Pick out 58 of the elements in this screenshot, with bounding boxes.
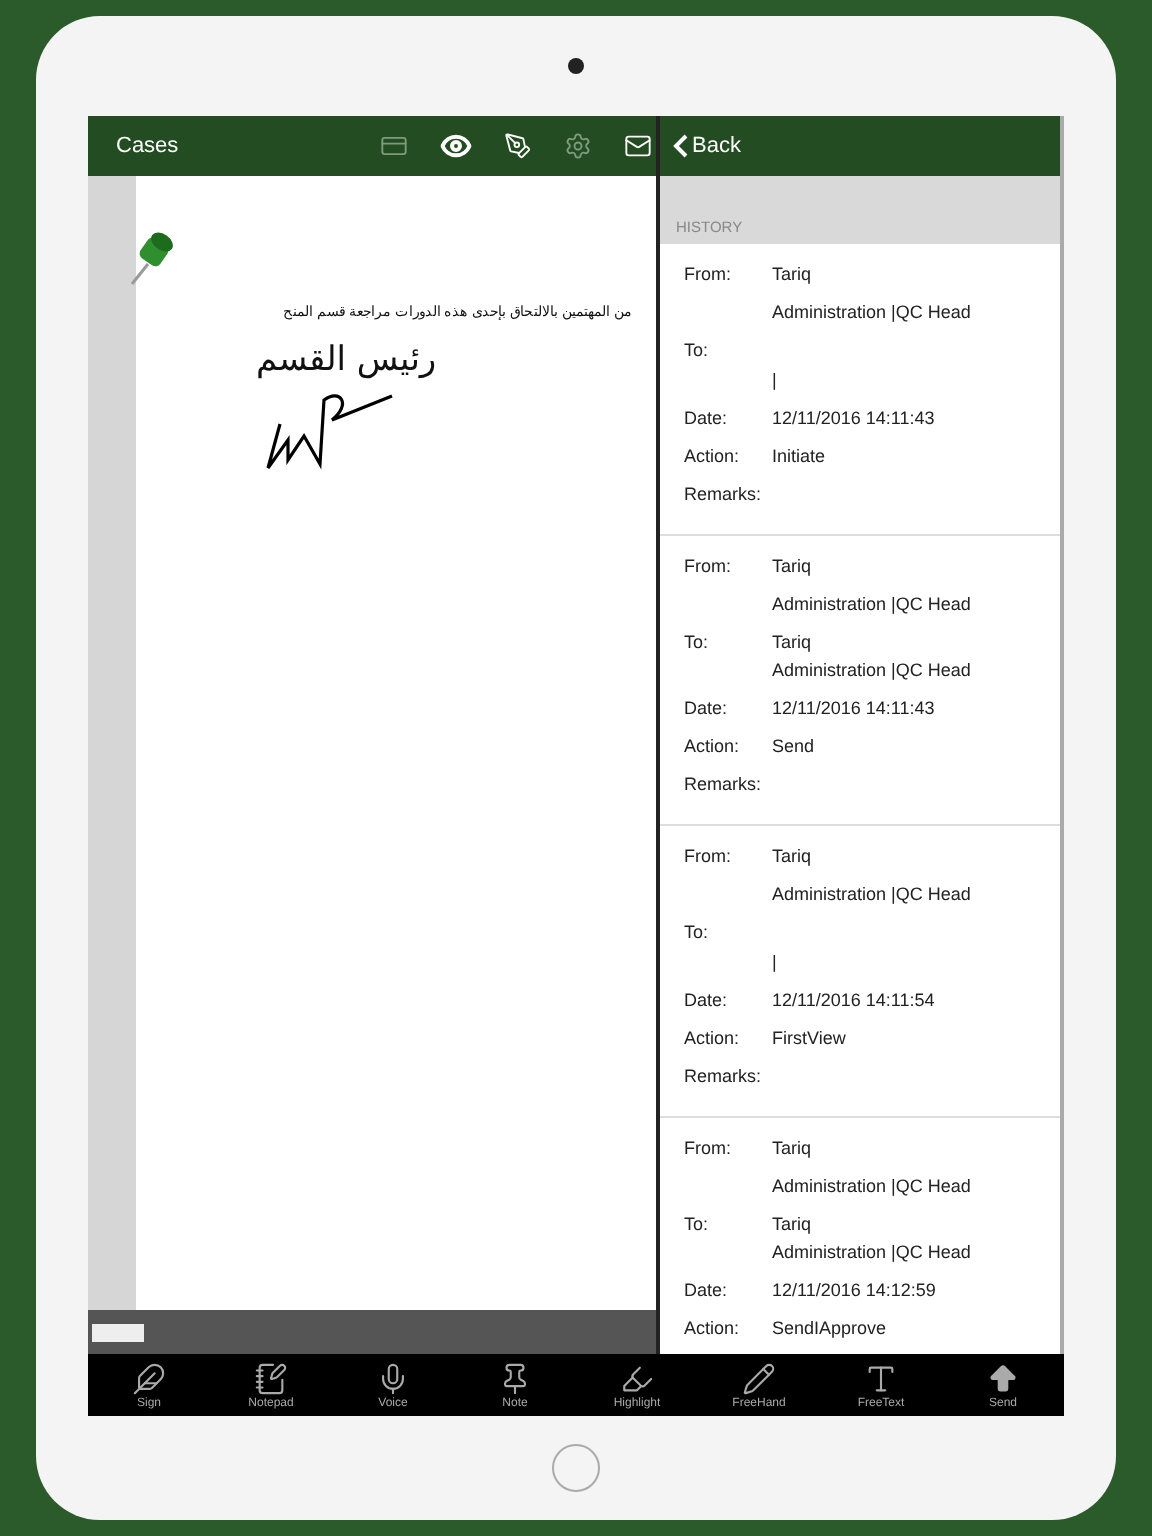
field-value: Administration |QC Head [772,1242,971,1262]
field-label: To: [684,632,711,656]
field-value: Tariq [772,632,814,652]
field-label: To: [684,922,711,946]
field-value: | [772,952,777,972]
field-label: From: [684,1138,733,1162]
field-value: Tariq [772,264,814,284]
field-label: Remarks: [684,774,764,794]
back-chevron-icon [672,134,688,158]
field-value: FirstView [772,1028,846,1048]
header-title: Cases [116,134,181,158]
field-value: Administration |QC Head [772,302,971,322]
document-heading: رئيس القسم [256,340,437,380]
field-value: Administration |QC Head [772,1176,971,1196]
field-value: Initiate [772,446,826,466]
field-value: 12/11/2016 14:11:43 [772,698,935,718]
notepad-icon [254,1361,288,1395]
field-label: From: [684,846,733,870]
field-value: Administration |QC Head [772,594,971,614]
field-value: SendIApprove [772,1318,887,1338]
field-label: Remarks: [684,1066,764,1086]
mail-icon[interactable] [624,132,652,160]
field-value: 12/11/2016 14:12:59 [772,1280,936,1300]
field-value: Administration |QC Head [772,660,971,680]
field-value: | [772,370,777,390]
field-label: Action: [684,1318,742,1338]
field-label: Date: [684,698,730,718]
eye-icon[interactable] [440,130,472,162]
field-label: From: [684,556,733,580]
page-tab[interactable] [92,1323,144,1341]
up-arrow-icon [986,1361,1020,1395]
field-value: Tariq [772,556,814,576]
text-icon [864,1361,898,1395]
field-label: Action: [684,446,742,466]
back-button[interactable]: Back [672,134,741,158]
field-label: From: [684,264,733,288]
pen-icon[interactable] [504,132,532,160]
pushpin-icon [498,1361,532,1395]
field-value: Tariq [772,846,814,866]
field-value: Tariq [772,1214,814,1234]
field-value: Send [772,736,815,756]
field-label: Date: [684,990,730,1010]
highlighter-icon [620,1361,654,1395]
field-value: Administration |QC Head [772,884,971,904]
pencil-icon [742,1361,776,1395]
field-label: Action: [684,736,742,756]
field-label: To: [684,340,711,364]
microphone-icon [376,1361,410,1395]
camera-dot [568,58,584,74]
field-value: 12/11/2016 14:11:43 [772,408,935,428]
feather-icon [132,1361,166,1395]
field-label: Date: [684,408,730,428]
field-label: Date: [684,1280,730,1300]
field-label: Action: [684,1028,742,1048]
field-label: To: [684,1214,711,1238]
field-value: Tariq [772,1138,814,1158]
field-value: 12/11/2016 14:11:54 [772,990,935,1010]
field-label: Remarks: [684,484,764,504]
